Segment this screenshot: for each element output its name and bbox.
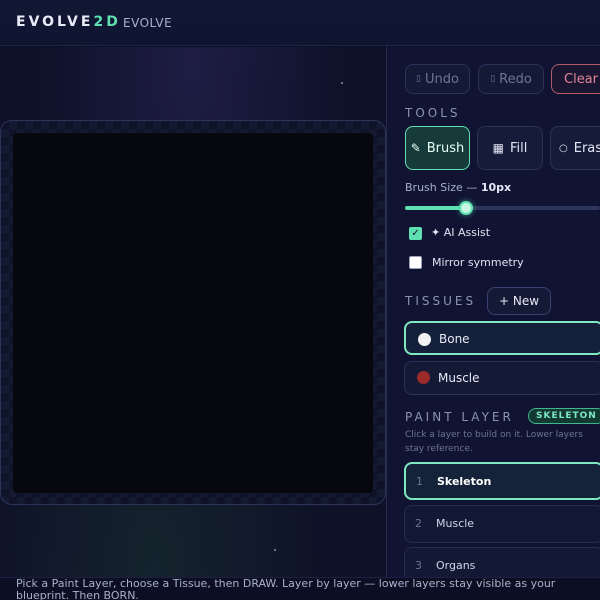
undo-button[interactable]: ▯ Undo	[405, 64, 470, 94]
clear-button[interactable]: Clear	[551, 64, 600, 94]
slider-fill	[405, 206, 466, 210]
tissues-title: TISSUES	[405, 294, 477, 308]
tissue-color-swatch	[417, 371, 430, 384]
redo-button[interactable]: ▯ Redo	[478, 64, 544, 94]
tools-title: TOOLS	[405, 106, 461, 120]
ai-assist-label: ✦ AI Assist	[431, 226, 491, 239]
brush-size-label: Brush Size — 10px	[405, 181, 512, 194]
tissue-muscle[interactable]: Muscle	[404, 361, 600, 395]
brush-size-slider[interactable]	[405, 201, 600, 215]
undo-icon: ▯	[416, 74, 421, 84]
tissue-color-swatch	[418, 333, 431, 346]
instructions-footer: Pick a Paint Layer, choose a Tissue, the…	[0, 577, 600, 600]
top-bar: EVOLVE2D EVOLVE	[0, 0, 600, 46]
tissue-bone[interactable]: Bone	[404, 321, 600, 355]
star-decoration	[341, 82, 343, 84]
circle-icon: ○	[559, 142, 568, 154]
tool-erase[interactable]: ○Erase	[550, 126, 600, 170]
grid-icon: ▦	[492, 141, 504, 155]
ai-assist-checkbox[interactable]: ✓	[409, 227, 422, 240]
new-tissue-button[interactable]: + New	[487, 287, 551, 315]
slider-thumb[interactable]	[459, 201, 473, 215]
tool-fill[interactable]: ▦ Fill	[477, 126, 543, 170]
sparkle-icon: ✦	[431, 226, 441, 239]
app-logo: EVOLVE2D	[16, 14, 121, 30]
mirror-symmetry-checkbox[interactable]	[409, 256, 422, 269]
tool-brush[interactable]: ✎ Brush	[405, 126, 470, 170]
layer-muscle[interactable]: 2 Muscle	[404, 505, 600, 543]
paint-layer-hint: Click a layer to build on it. Lower laye…	[405, 430, 583, 454]
star-decoration	[274, 549, 276, 551]
app-subtitle: EVOLVE	[123, 16, 173, 30]
brush-size-value: 10px	[480, 181, 512, 194]
active-layer-badge: SKELETON	[528, 408, 600, 424]
layer-skeleton[interactable]: 1 Skeleton	[404, 462, 600, 500]
drawing-canvas[interactable]	[13, 133, 373, 493]
mirror-symmetry-label: Mirror symmetry	[432, 256, 524, 269]
redo-icon: ▯	[490, 74, 496, 84]
paint-layer-title: PAINT LAYER	[405, 410, 514, 424]
canvas-frame	[0, 120, 386, 505]
brush-icon: ✎	[410, 141, 421, 155]
